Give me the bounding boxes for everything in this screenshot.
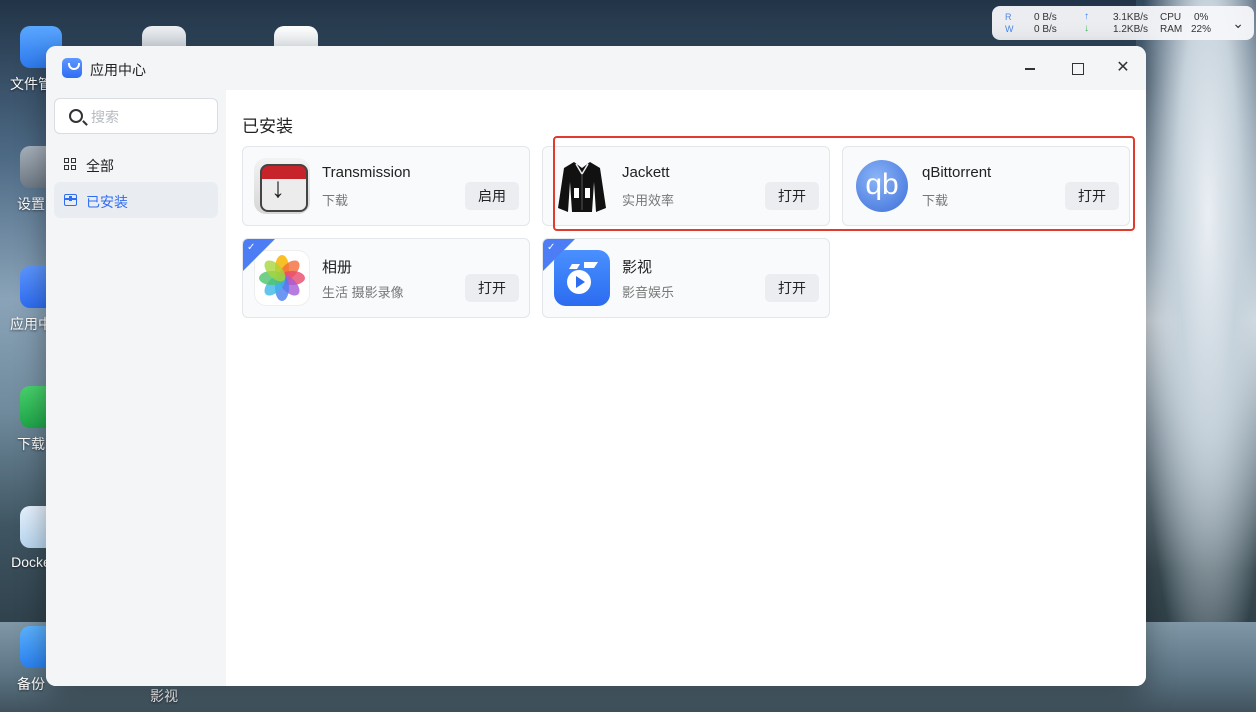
- app-category: 生活 摄影录像: [322, 285, 404, 300]
- app-card-qbittorrent[interactable]: qb qBittorrent 下载 打开: [842, 146, 1130, 226]
- app-center-logo-icon: [62, 58, 82, 78]
- app-category: 影音娱乐: [622, 285, 675, 300]
- open-button[interactable]: 打开: [465, 274, 519, 302]
- ram-value: 22%: [1191, 24, 1212, 35]
- app-category: 下载: [922, 193, 949, 208]
- search-box[interactable]: [54, 98, 218, 134]
- system-monitor-widget[interactable]: R W 0 B/s 0 B/s ↑ ↓ 3.1KB/s 1.2KB/s CPU …: [992, 6, 1254, 40]
- enable-button[interactable]: 启用: [465, 182, 519, 210]
- write-speed: 0 B/s: [1034, 24, 1057, 35]
- jackett-icon: [554, 158, 610, 214]
- qbittorrent-icon: qb: [854, 158, 910, 214]
- app-card-photos[interactable]: ✓ 相册 生活 摄影录像 打开: [242, 238, 530, 318]
- app-category: 实用效率: [622, 193, 675, 208]
- sidebar-item-installed[interactable]: 已安装: [54, 182, 218, 218]
- download-arrow-icon: ↓: [1084, 23, 1089, 34]
- cpu-value: 0%: [1194, 12, 1209, 23]
- main-content: 已安装 Transmission 下载 启用 Jackett 实用效率 打开: [226, 90, 1146, 686]
- sidebar: 全部 已安装: [46, 90, 226, 686]
- upload-arrow-icon: ↑: [1084, 11, 1089, 22]
- open-button[interactable]: 打开: [765, 182, 819, 210]
- sidebar-item-all[interactable]: 全部: [54, 146, 218, 182]
- app-name: qBittorrent: [922, 164, 992, 181]
- cpu-label: CPU: [1160, 12, 1182, 23]
- read-label: R: [1005, 12, 1012, 22]
- search-input[interactable]: [91, 107, 211, 127]
- app-name: Jackett: [622, 164, 670, 181]
- read-speed: 0 B/s: [1034, 12, 1057, 23]
- section-title: 已安装: [242, 117, 293, 136]
- app-card-transmission[interactable]: Transmission 下载 启用: [242, 146, 530, 226]
- write-label: W: [1005, 24, 1014, 34]
- desktop-icon-video[interactable]: 影视: [134, 686, 194, 706]
- monitor-app-icon[interactable]: [142, 26, 186, 48]
- open-button[interactable]: 打开: [1065, 182, 1119, 210]
- maximize-button[interactable]: [1067, 58, 1087, 78]
- app-name: 相册: [322, 259, 353, 276]
- app-name: 影视: [622, 259, 653, 276]
- app-category: 下载: [322, 193, 349, 208]
- photos-app-icon[interactable]: [274, 26, 318, 48]
- ribbon-mark-icon: ✓: [547, 242, 556, 253]
- search-icon: [69, 109, 83, 123]
- sidebar-item-label: 已安装: [86, 194, 128, 210]
- ribbon-mark-icon: ✓: [247, 242, 256, 253]
- desktop-icon-label: 影视: [150, 688, 178, 704]
- download-speed: 1.2KB/s: [1113, 24, 1149, 35]
- grid-icon: [64, 158, 76, 170]
- app-card-jackett[interactable]: Jackett 实用效率 打开: [542, 146, 830, 226]
- transmission-icon: [254, 158, 310, 214]
- sidebar-item-label: 全部: [86, 158, 114, 174]
- installed-icon: [64, 194, 77, 206]
- app-name: Transmission: [322, 164, 411, 181]
- window-title: 应用中心: [90, 62, 146, 78]
- upload-speed: 3.1KB/s: [1113, 12, 1149, 23]
- ram-label: RAM: [1160, 24, 1183, 35]
- open-button[interactable]: 打开: [765, 274, 819, 302]
- app-card-video[interactable]: ✓ 影视 影音娱乐 打开: [542, 238, 830, 318]
- qbittorrent-logo-text: qb: [856, 160, 908, 212]
- wallpaper-clouds: [1136, 0, 1256, 712]
- window-titlebar[interactable]: 应用中心 ✕: [46, 46, 1146, 90]
- app-center-window: 应用中心 ✕ 全部 已安装 已安装 Transmission 下载 启用: [46, 46, 1146, 686]
- chevron-down-icon[interactable]: ⌄: [1232, 15, 1244, 32]
- minimize-button[interactable]: [1020, 58, 1040, 78]
- close-button[interactable]: ✕: [1113, 58, 1133, 78]
